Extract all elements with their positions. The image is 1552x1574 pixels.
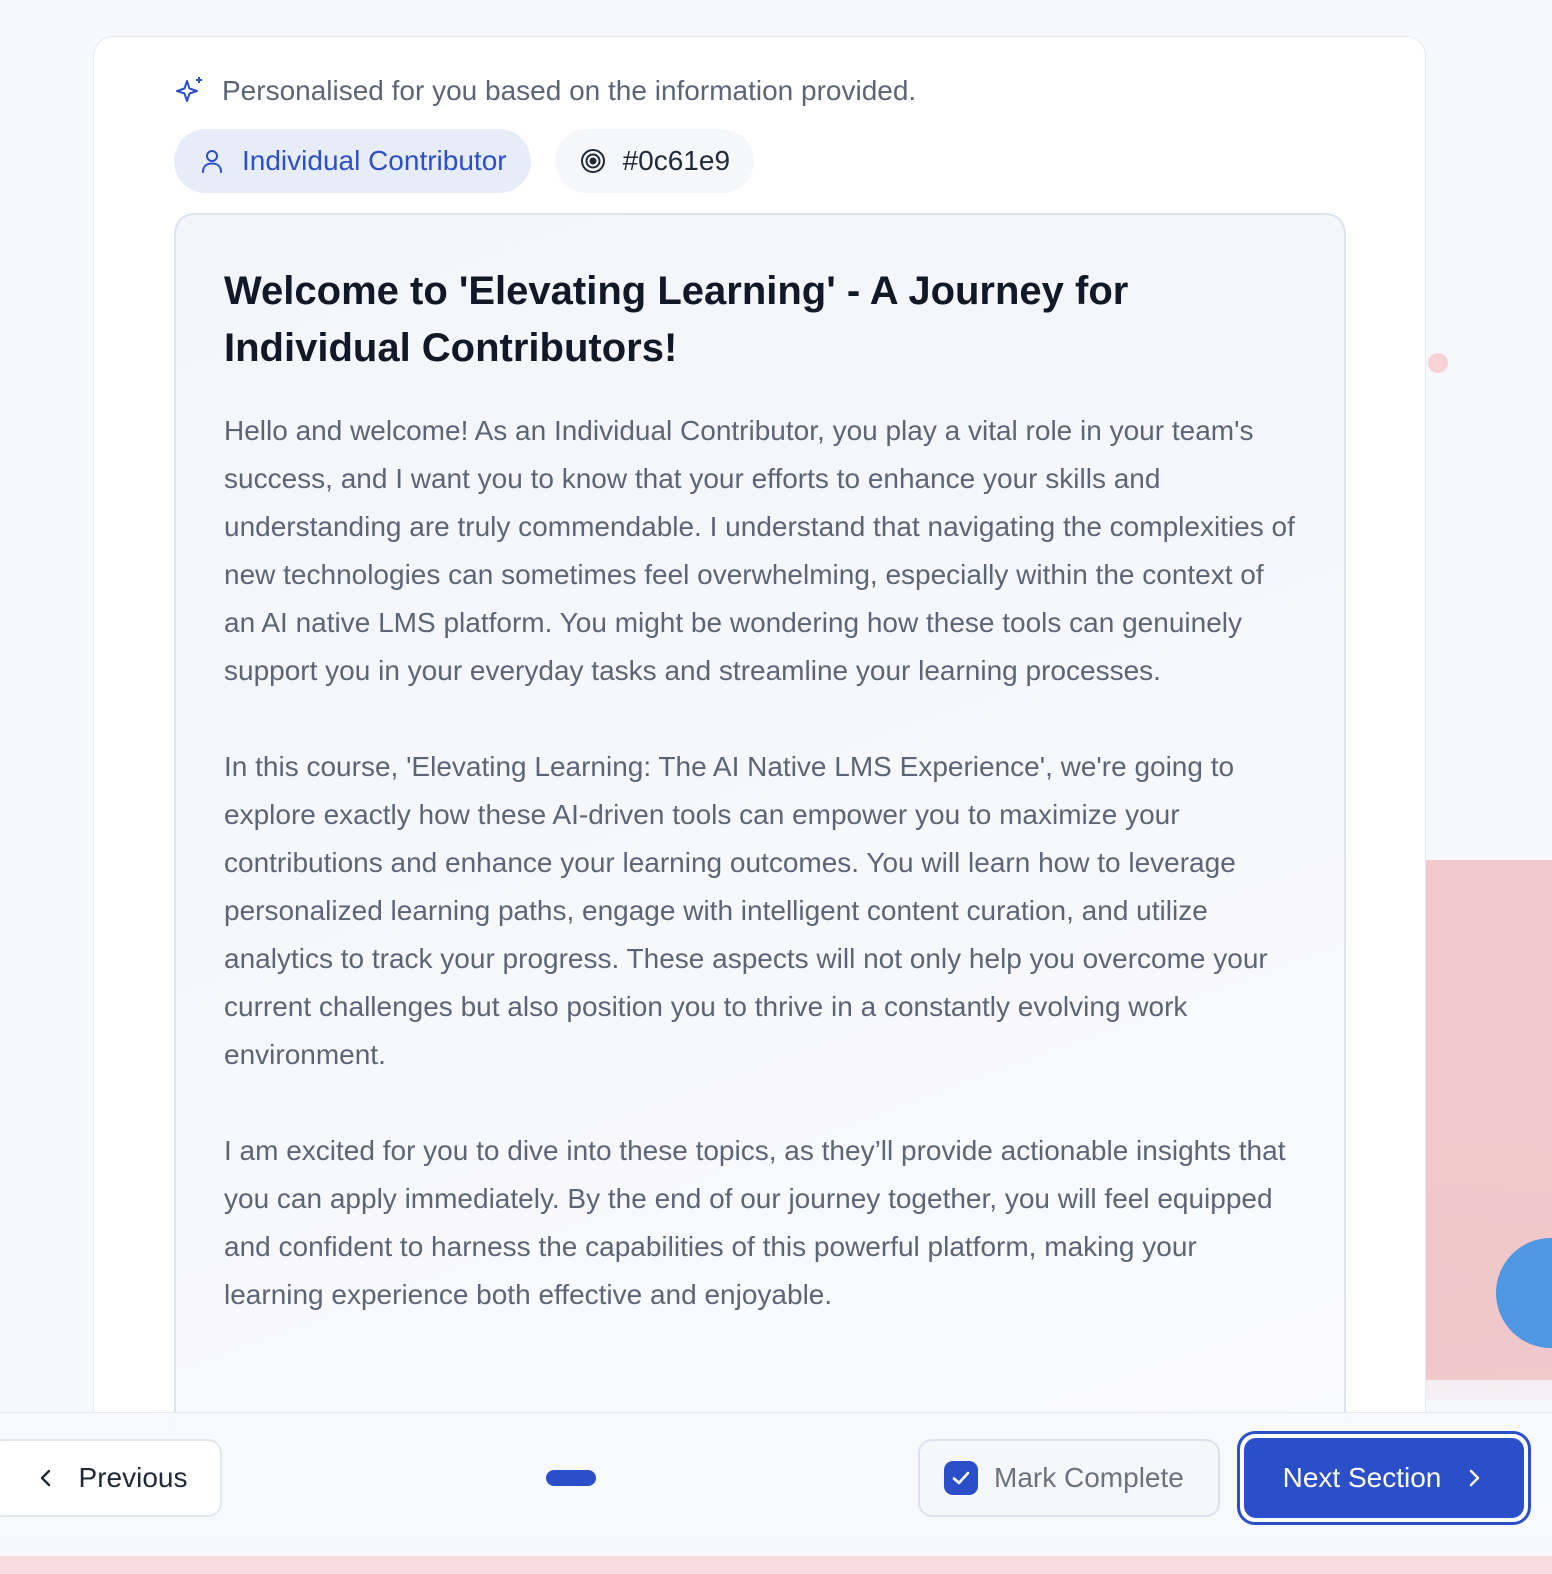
next-section-button[interactable]: Next Section <box>1237 1431 1531 1525</box>
code-chip[interactable]: #0c61e9 <box>554 129 755 193</box>
next-section-button-body[interactable]: Next Section <box>1244 1438 1524 1518</box>
chevron-left-icon <box>40 1469 50 1487</box>
mark-complete-button[interactable]: Mark Complete <box>918 1439 1220 1517</box>
code-chip-label: #0c61e9 <box>622 145 731 176</box>
lesson-content: Welcome to 'Elevating Learning' - A Jour… <box>174 213 1346 1453</box>
progress-indicator <box>546 1470 596 1486</box>
lesson-paragraph: I am excited for you to dive into these … <box>224 1135 1286 1310</box>
user-icon <box>202 150 222 173</box>
personalised-note: Personalised for you based on the inform… <box>174 75 916 107</box>
next-section-label: Next Section <box>1282 1462 1442 1493</box>
page: Personalised for you based on the inform… <box>0 0 1552 1574</box>
decor-bottom-strip <box>0 1556 1552 1574</box>
target-icon <box>580 149 605 173</box>
role-chip-label: Individual Contributor <box>242 145 507 176</box>
sparkle-icon <box>176 77 202 102</box>
checkbox-checked-icon <box>944 1461 978 1495</box>
role-chip[interactable]: Individual Contributor <box>174 129 531 193</box>
previous-label: Previous <box>78 1462 188 1493</box>
mark-complete-label: Mark Complete <box>994 1462 1184 1493</box>
lesson-paragraph: In this course, 'Elevating Learning: The… <box>224 751 1268 1070</box>
tag-chips: Individual Contributor #0c61e9 <box>174 129 755 193</box>
lesson-paragraph: Hello and welcome! As an Individual Cont… <box>224 415 1295 686</box>
navigation-bar: Previous Mark Complete Next Section <box>0 1412 1552 1542</box>
decor-dot <box>1428 353 1448 373</box>
previous-button[interactable]: Previous <box>0 1439 222 1517</box>
lesson-card: Personalised for you based on the inform… <box>93 36 1426 1453</box>
lesson-title: Welcome to 'Elevating Learning' - A Jour… <box>224 269 1129 370</box>
chevron-right-icon <box>1470 1469 1480 1487</box>
personalised-text: Personalised for you based on the inform… <box>222 75 917 106</box>
